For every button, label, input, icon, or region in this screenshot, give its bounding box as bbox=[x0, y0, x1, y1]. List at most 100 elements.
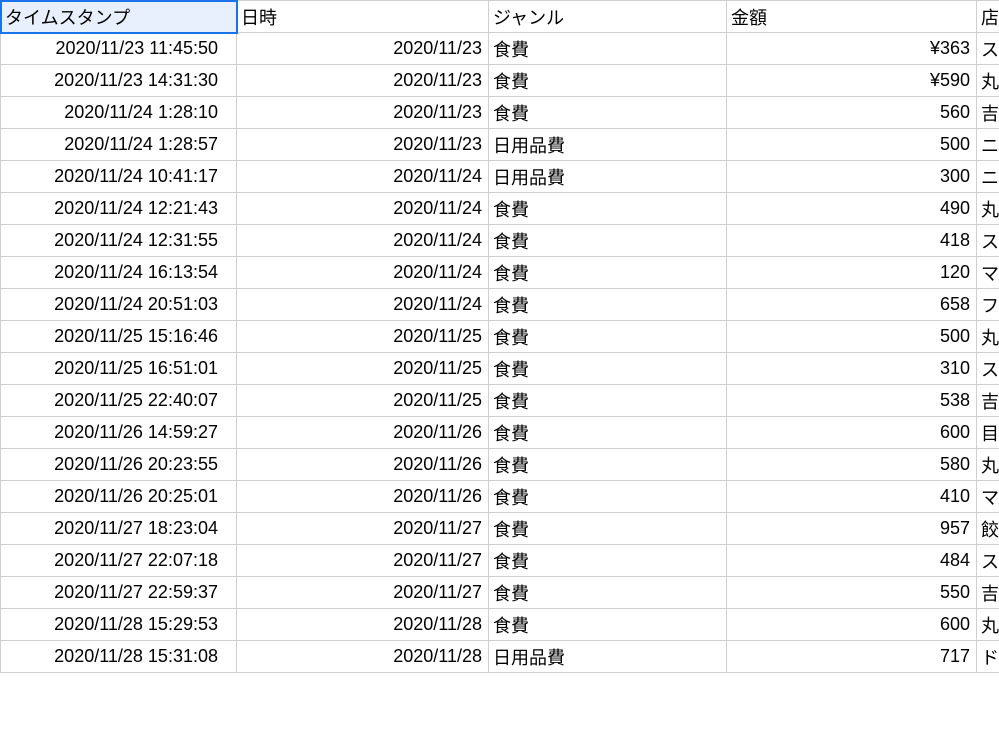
table-row[interactable]: 2020/11/24 12:21:432020/11/24食費490丸 bbox=[1, 193, 999, 225]
cell-amount[interactable]: 600 bbox=[727, 609, 977, 641]
cell-genre[interactable]: 日用品費 bbox=[489, 129, 727, 161]
cell-datetime[interactable]: 2020/11/27 bbox=[237, 545, 489, 577]
data-table[interactable]: タイムスタンプ 日時 ジャンル 金額 店 2020/11/23 11:45:50… bbox=[0, 0, 999, 673]
table-row[interactable]: 2020/11/25 16:51:012020/11/25食費310ス bbox=[1, 353, 999, 385]
cell-genre[interactable]: 食費 bbox=[489, 481, 727, 513]
table-row[interactable]: 2020/11/27 22:59:372020/11/27食費550吉 bbox=[1, 577, 999, 609]
cell-timestamp[interactable]: 2020/11/24 10:41:17 bbox=[1, 161, 237, 193]
cell-datetime[interactable]: 2020/11/26 bbox=[237, 417, 489, 449]
cell-datetime[interactable]: 2020/11/25 bbox=[237, 353, 489, 385]
table-row[interactable]: 2020/11/27 22:07:182020/11/27食費484ス bbox=[1, 545, 999, 577]
cell-amount[interactable]: 418 bbox=[727, 225, 977, 257]
cell-genre[interactable]: 食費 bbox=[489, 609, 727, 641]
cell-datetime[interactable]: 2020/11/23 bbox=[237, 33, 489, 65]
cell-datetime[interactable]: 2020/11/26 bbox=[237, 481, 489, 513]
table-row[interactable]: 2020/11/26 20:25:012020/11/26食費410マ bbox=[1, 481, 999, 513]
table-row[interactable]: 2020/11/28 15:29:532020/11/28食費600丸 bbox=[1, 609, 999, 641]
cell-amount[interactable]: 957 bbox=[727, 513, 977, 545]
table-row[interactable]: 2020/11/24 20:51:032020/11/24食費658フ bbox=[1, 289, 999, 321]
table-row[interactable]: 2020/11/27 18:23:042020/11/27食費957餃 bbox=[1, 513, 999, 545]
cell-datetime[interactable]: 2020/11/24 bbox=[237, 161, 489, 193]
cell-timestamp[interactable]: 2020/11/25 15:16:46 bbox=[1, 321, 237, 353]
table-row[interactable]: 2020/11/24 16:13:542020/11/24食費120マ bbox=[1, 257, 999, 289]
cell-amount[interactable]: 484 bbox=[727, 545, 977, 577]
cell-datetime[interactable]: 2020/11/28 bbox=[237, 609, 489, 641]
header-store[interactable]: 店 bbox=[977, 1, 999, 33]
cell-genre[interactable]: 食費 bbox=[489, 449, 727, 481]
cell-timestamp[interactable]: 2020/11/25 16:51:01 bbox=[1, 353, 237, 385]
cell-store[interactable]: 吉 bbox=[977, 97, 999, 129]
cell-store[interactable]: 吉 bbox=[977, 385, 999, 417]
cell-genre[interactable]: 食費 bbox=[489, 97, 727, 129]
cell-store[interactable]: ス bbox=[977, 33, 999, 65]
cell-amount[interactable]: 120 bbox=[727, 257, 977, 289]
cell-datetime[interactable]: 2020/11/26 bbox=[237, 449, 489, 481]
cell-amount[interactable]: 717 bbox=[727, 641, 977, 673]
cell-datetime[interactable]: 2020/11/28 bbox=[237, 641, 489, 673]
cell-amount[interactable]: 560 bbox=[727, 97, 977, 129]
cell-timestamp[interactable]: 2020/11/24 12:21:43 bbox=[1, 193, 237, 225]
header-genre[interactable]: ジャンル bbox=[489, 1, 727, 33]
cell-store[interactable]: 餃 bbox=[977, 513, 999, 545]
cell-timestamp[interactable]: 2020/11/23 14:31:30 bbox=[1, 65, 237, 97]
cell-amount[interactable]: 500 bbox=[727, 129, 977, 161]
cell-store[interactable]: 吉 bbox=[977, 577, 999, 609]
cell-genre[interactable]: 食費 bbox=[489, 225, 727, 257]
header-timestamp[interactable]: タイムスタンプ bbox=[1, 1, 237, 33]
cell-genre[interactable]: 日用品費 bbox=[489, 641, 727, 673]
cell-timestamp[interactable]: 2020/11/27 22:07:18 bbox=[1, 545, 237, 577]
cell-datetime[interactable]: 2020/11/23 bbox=[237, 97, 489, 129]
table-row[interactable]: 2020/11/23 11:45:502020/11/23食費¥363ス bbox=[1, 33, 999, 65]
cell-amount[interactable]: 550 bbox=[727, 577, 977, 609]
cell-store[interactable]: ス bbox=[977, 545, 999, 577]
cell-genre[interactable]: 食費 bbox=[489, 577, 727, 609]
cell-timestamp[interactable]: 2020/11/23 11:45:50 bbox=[1, 33, 237, 65]
cell-timestamp[interactable]: 2020/11/27 22:59:37 bbox=[1, 577, 237, 609]
cell-genre[interactable]: 食費 bbox=[489, 545, 727, 577]
cell-timestamp[interactable]: 2020/11/24 1:28:10 bbox=[1, 97, 237, 129]
cell-store[interactable]: マ bbox=[977, 481, 999, 513]
cell-datetime[interactable]: 2020/11/24 bbox=[237, 289, 489, 321]
cell-timestamp[interactable]: 2020/11/28 15:31:08 bbox=[1, 641, 237, 673]
cell-store[interactable]: ス bbox=[977, 225, 999, 257]
table-row[interactable]: 2020/11/24 12:31:552020/11/24食費418ス bbox=[1, 225, 999, 257]
cell-store[interactable]: フ bbox=[977, 289, 999, 321]
cell-store[interactable]: 目 bbox=[977, 417, 999, 449]
cell-datetime[interactable]: 2020/11/25 bbox=[237, 385, 489, 417]
cell-amount[interactable]: 300 bbox=[727, 161, 977, 193]
cell-timestamp[interactable]: 2020/11/28 15:29:53 bbox=[1, 609, 237, 641]
cell-timestamp[interactable]: 2020/11/26 20:23:55 bbox=[1, 449, 237, 481]
cell-amount[interactable]: 490 bbox=[727, 193, 977, 225]
table-row[interactable]: 2020/11/24 1:28:572020/11/23日用品費500ニ bbox=[1, 129, 999, 161]
cell-datetime[interactable]: 2020/11/27 bbox=[237, 577, 489, 609]
cell-store[interactable]: 丸 bbox=[977, 449, 999, 481]
cell-amount[interactable]: 500 bbox=[727, 321, 977, 353]
cell-amount[interactable]: 410 bbox=[727, 481, 977, 513]
cell-store[interactable]: 丸 bbox=[977, 193, 999, 225]
cell-amount[interactable]: ¥590 bbox=[727, 65, 977, 97]
cell-datetime[interactable]: 2020/11/25 bbox=[237, 321, 489, 353]
cell-timestamp[interactable]: 2020/11/24 20:51:03 bbox=[1, 289, 237, 321]
cell-datetime[interactable]: 2020/11/24 bbox=[237, 257, 489, 289]
cell-store[interactable]: ニ bbox=[977, 161, 999, 193]
table-row[interactable]: 2020/11/26 20:23:552020/11/26食費580丸 bbox=[1, 449, 999, 481]
cell-genre[interactable]: 食費 bbox=[489, 257, 727, 289]
cell-amount[interactable]: 600 bbox=[727, 417, 977, 449]
cell-amount[interactable]: 310 bbox=[727, 353, 977, 385]
cell-genre[interactable]: 食費 bbox=[489, 353, 727, 385]
cell-amount[interactable]: ¥363 bbox=[727, 33, 977, 65]
table-row[interactable]: 2020/11/26 14:59:272020/11/26食費600目 bbox=[1, 417, 999, 449]
header-amount[interactable]: 金額 bbox=[727, 1, 977, 33]
cell-store[interactable]: 丸 bbox=[977, 321, 999, 353]
cell-genre[interactable]: 食費 bbox=[489, 417, 727, 449]
table-row[interactable]: 2020/11/24 10:41:172020/11/24日用品費300ニ bbox=[1, 161, 999, 193]
table-row[interactable]: 2020/11/24 1:28:102020/11/23食費560吉 bbox=[1, 97, 999, 129]
cell-genre[interactable]: 食費 bbox=[489, 513, 727, 545]
cell-datetime[interactable]: 2020/11/23 bbox=[237, 129, 489, 161]
cell-store[interactable]: ス bbox=[977, 353, 999, 385]
cell-genre[interactable]: 食費 bbox=[489, 385, 727, 417]
cell-store[interactable]: ド bbox=[977, 641, 999, 673]
cell-timestamp[interactable]: 2020/11/27 18:23:04 bbox=[1, 513, 237, 545]
cell-store[interactable]: ニ bbox=[977, 129, 999, 161]
cell-genre[interactable]: 食費 bbox=[489, 289, 727, 321]
